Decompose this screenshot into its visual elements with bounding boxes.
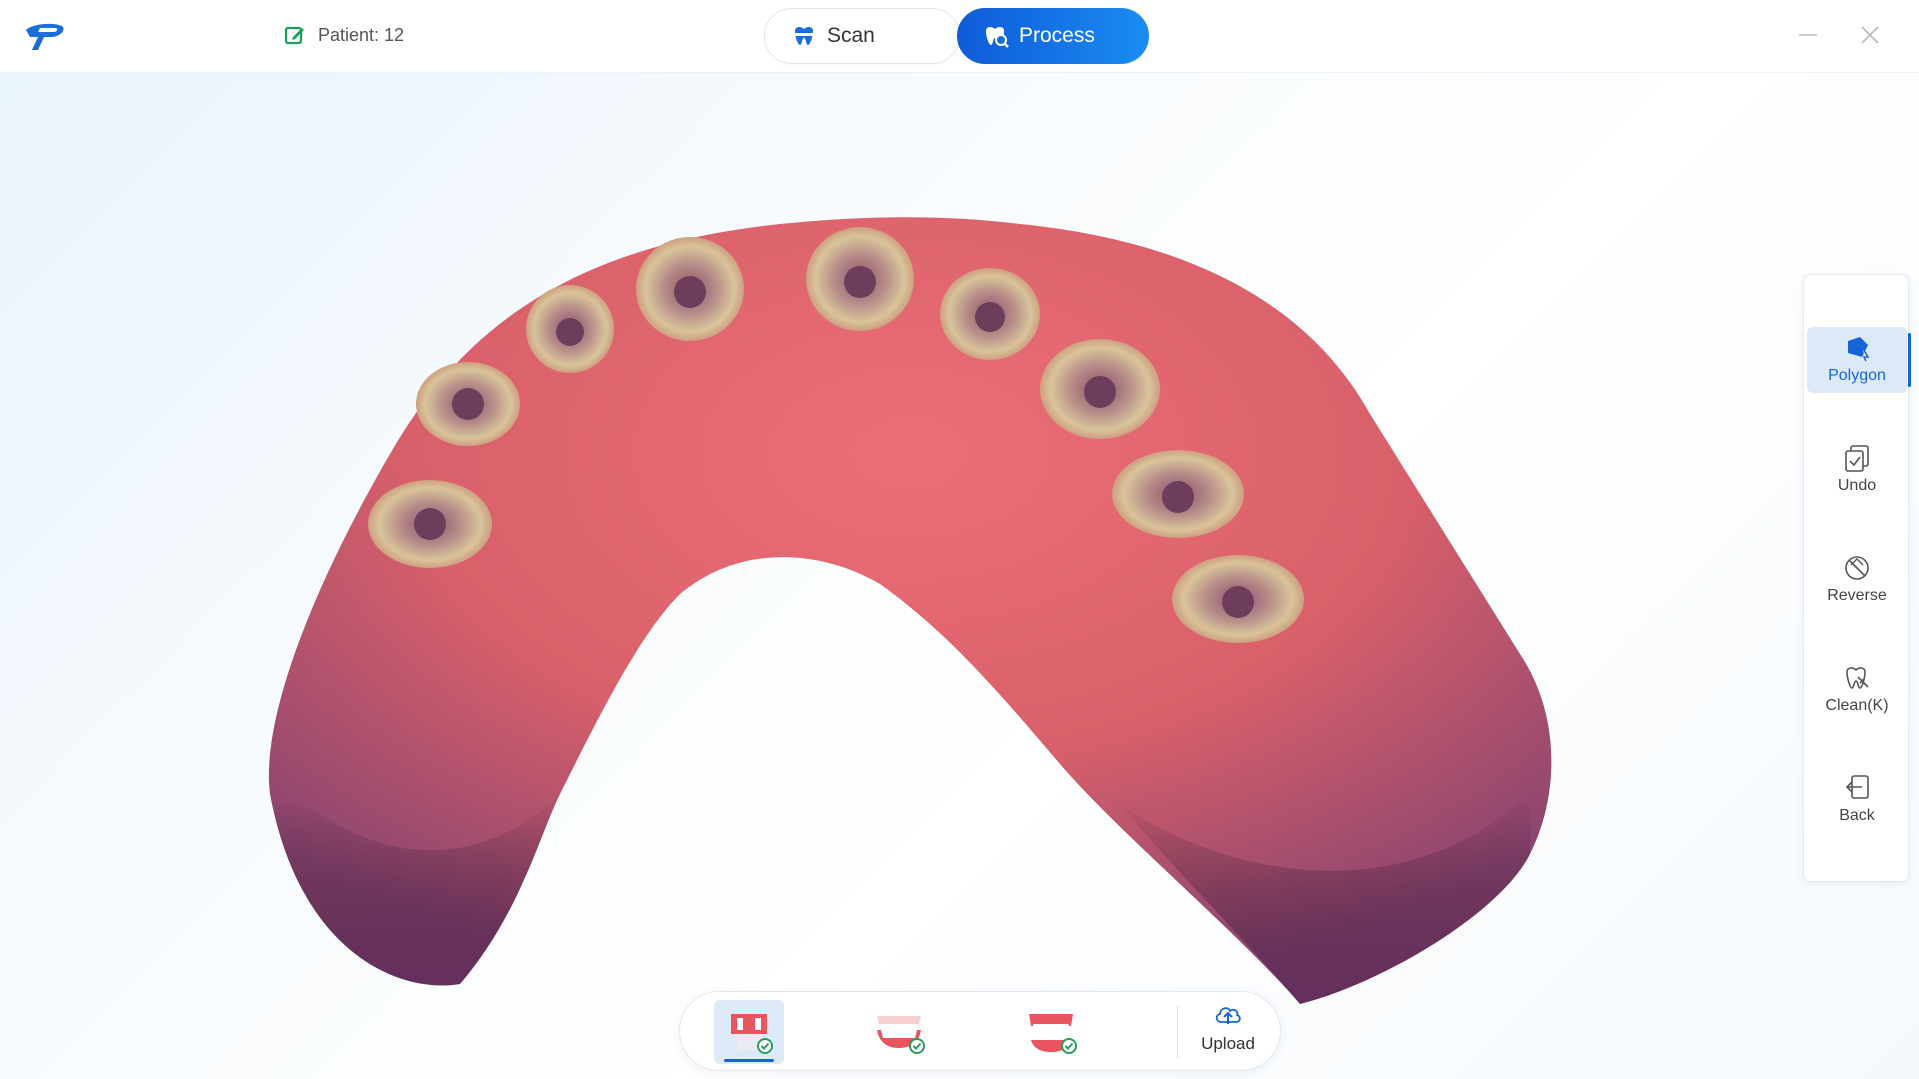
dental-arch-model[interactable] [260, 154, 1680, 1054]
polygon-tool-button[interactable]: Polygon [1807, 327, 1911, 393]
tab-process-label: Process [1019, 24, 1095, 47]
close-icon[interactable] [1857, 22, 1883, 48]
tab-process[interactable]: Process [957, 8, 1149, 64]
upper-jaw-icon [877, 1016, 925, 1054]
back-label: Back [1839, 807, 1875, 824]
undo-icon [1845, 445, 1869, 472]
right-toolbar: Polygon Undo Reverse Clean(K) Back [1803, 274, 1911, 882]
implant-jaw-icon [731, 1014, 773, 1054]
reverse-button[interactable]: Reverse [1807, 547, 1907, 613]
title-bar: Patient: 12 Scan Process [0, 0, 1919, 73]
tooth-process-icon [986, 26, 1009, 48]
clean-label: Clean(K) [1825, 697, 1889, 714]
cloud-upload-icon [1215, 1007, 1241, 1024]
back-button[interactable]: Back [1807, 767, 1907, 833]
clean-icon [1846, 667, 1869, 689]
step-implant-jaw[interactable] [714, 1000, 784, 1064]
upload-label: Upload [1201, 1034, 1255, 1053]
edit-patient-icon[interactable] [284, 24, 306, 46]
upload-button[interactable]: Upload [1188, 1002, 1268, 1062]
tooth-scan-icon [793, 26, 815, 45]
tab-scan[interactable]: Scan [764, 8, 960, 64]
3d-viewport[interactable]: Polygon Undo Reverse Clean(K) Back Uploa… [0, 74, 1919, 1079]
reverse-icon [1845, 556, 1869, 580]
patient-info[interactable]: Patient: 12 [284, 24, 404, 46]
minimize-icon[interactable] [1795, 22, 1821, 48]
clean-button[interactable]: Clean(K) [1807, 657, 1907, 723]
lower-jaw-icon [1029, 1014, 1077, 1054]
bottom-step-bar: Upload [679, 991, 1281, 1071]
bottombar-divider [1177, 1006, 1178, 1058]
undo-button[interactable]: Undo [1807, 437, 1907, 503]
patient-label: Patient: 12 [318, 24, 405, 45]
polygon-tool-label: Polygon [1828, 367, 1886, 384]
reverse-label: Reverse [1827, 587, 1887, 604]
step-lower-jaw[interactable] [1016, 1000, 1086, 1064]
undo-label: Undo [1837, 477, 1877, 494]
polygon-select-icon [1848, 337, 1870, 362]
workflow-tabs: Scan Process [764, 8, 1149, 64]
back-icon [1845, 775, 1869, 799]
tab-scan-label: Scan [827, 24, 875, 47]
step-upper-jaw[interactable] [864, 1000, 934, 1064]
app-logo-icon [26, 23, 64, 50]
